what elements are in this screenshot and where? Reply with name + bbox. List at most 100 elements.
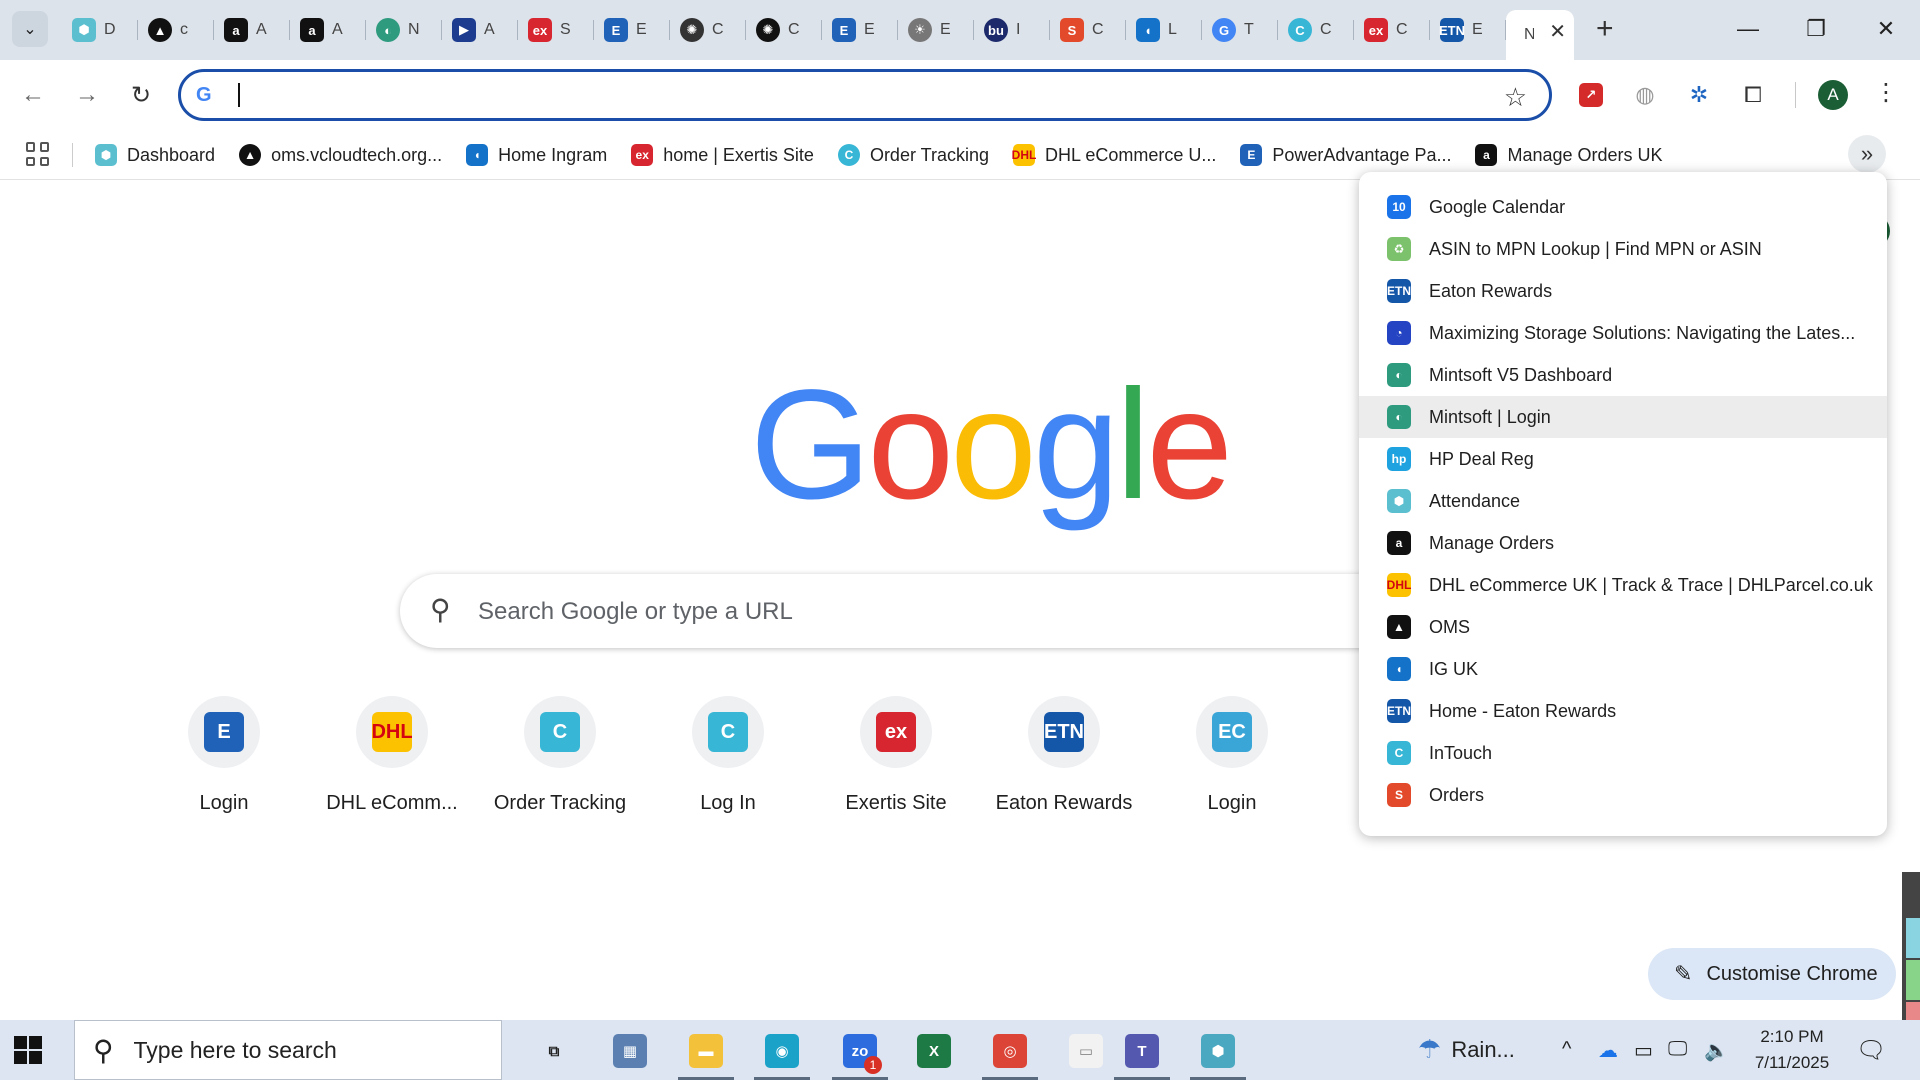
reload-icon: ↻ xyxy=(130,81,152,109)
taskbar-app[interactable]: zo 1 xyxy=(830,1028,890,1080)
bookmark-menu-item[interactable]: C InTouch xyxy=(1359,732,1887,774)
tab-search-button[interactable]: ⌄ xyxy=(12,11,48,47)
network-icon[interactable]: 🖵 xyxy=(1668,1038,1687,1061)
address-bar[interactable]: G ☆ xyxy=(178,69,1552,121)
puzzle-extensions-icon[interactable]: ⧠ xyxy=(1738,80,1768,110)
taskbar-app[interactable]: X xyxy=(904,1028,964,1074)
taskbar-app[interactable]: T xyxy=(1112,1028,1172,1080)
weather-widget[interactable]: ☂ Rain... xyxy=(1418,1034,1515,1065)
bookmark-item[interactable]: ⬢ Dashboard xyxy=(95,142,215,168)
kebab-menu-icon[interactable]: ⋮ xyxy=(1874,78,1898,107)
taskbar-app[interactable]: ⬢ xyxy=(1188,1028,1248,1080)
bookmark-menu-label: OMS xyxy=(1429,616,1471,637)
browser-tab[interactable]: ✺ C xyxy=(746,10,822,50)
globe-extension-icon[interactable]: ◍ xyxy=(1630,80,1660,110)
tray-chevron-icon[interactable]: ^ xyxy=(1562,1038,1571,1061)
browser-tab[interactable]: ▲ c xyxy=(138,10,214,50)
taskbar-app[interactable]: ▭ xyxy=(1056,1028,1116,1074)
apps-grid-icon[interactable] xyxy=(26,142,50,166)
taskbar-app[interactable]: ◎ xyxy=(980,1028,1040,1080)
e-logo-icon: E xyxy=(1240,144,1263,166)
close-window-button[interactable]: ✕ xyxy=(1866,12,1906,46)
taskbar-clock[interactable]: 2:10 PM 7/11/2025 xyxy=(1742,1024,1842,1076)
onedrive-icon[interactable]: ☁ xyxy=(1598,1038,1618,1063)
bookmark-item[interactable]: ex home | Exertis Site xyxy=(631,142,814,168)
volume-icon[interactable]: 🔈 xyxy=(1704,1038,1729,1063)
shortcut-tile[interactable]: C Log In xyxy=(644,696,812,815)
adobe-extension-icon[interactable]: ↗ xyxy=(1576,80,1606,110)
browser-tab[interactable]: ☀ E xyxy=(898,10,974,50)
browser-tab[interactable]: ✺ C xyxy=(670,10,746,50)
browser-tab[interactable]: aA xyxy=(290,10,366,50)
active-tab[interactable]: N ✕ xyxy=(1506,10,1574,60)
shortcut-tile[interactable]: ETN Eaton Rewards xyxy=(980,696,1148,815)
bookmark-item[interactable]: C Order Tracking xyxy=(837,142,989,168)
bookmark-item[interactable]: DHL DHL eCommerce U... xyxy=(1012,142,1216,168)
shortcut-tile[interactable]: ex Exertis Site xyxy=(812,696,980,815)
windows-start-icon[interactable] xyxy=(14,1036,42,1064)
bookmark-menu-item[interactable]: hp HP Deal Reg xyxy=(1359,438,1887,480)
browser-tab[interactable]: EE xyxy=(594,10,670,50)
notification-icon[interactable]: 🗨 xyxy=(1856,1036,1886,1065)
bookmark-menu-item[interactable]: ⬢ Attendance xyxy=(1359,480,1887,522)
browser-tab[interactable]: GT xyxy=(1202,10,1278,50)
browser-tab[interactable]: bu I xyxy=(974,10,1050,50)
reload-button[interactable]: ↻ xyxy=(124,78,158,112)
ntp-search-box[interactable]: ⚲ Search Google or type a URL xyxy=(400,574,1520,648)
browser-tab[interactable]: CC xyxy=(1278,10,1354,50)
battery-icon[interactable]: ▭ xyxy=(1634,1038,1653,1063)
bookmark-menu-item[interactable]: 10 Google Calendar xyxy=(1359,186,1887,228)
minimize-button[interactable]: — xyxy=(1728,12,1768,46)
shortcut-tile[interactable]: C Order Tracking xyxy=(476,696,644,815)
bookmark-menu-item[interactable]: a Manage Orders xyxy=(1359,522,1887,564)
shortcut-tile[interactable]: E Login xyxy=(140,696,308,815)
address-input[interactable] xyxy=(241,81,1441,109)
forward-button[interactable]: → xyxy=(70,78,104,112)
taskbar-app[interactable]: ◉ xyxy=(752,1028,812,1080)
bookmark-menu-item[interactable]: ◔ Maximizing Storage Solutions: Navigatin… xyxy=(1359,312,1887,354)
bu-icon: bu xyxy=(984,18,1008,42)
bookmark-menu-item[interactable]: ETN Home - Eaton Rewards xyxy=(1359,690,1887,732)
back-button[interactable]: ← xyxy=(16,78,50,112)
taskbar-app[interactable]: ▦ xyxy=(600,1028,660,1074)
bookmark-item[interactable]: a Manage Orders UK xyxy=(1475,142,1663,168)
bookmark-menu-item[interactable]: ETN Eaton Rewards xyxy=(1359,270,1887,312)
bookmark-menu-item[interactable]: ◐ Mintsoft | Login xyxy=(1359,396,1887,438)
profile-avatar[interactable]: A xyxy=(1818,80,1848,110)
taskbar-search-box[interactable]: ⚲ Type here to search xyxy=(74,1020,502,1080)
weather-label: Rain... xyxy=(1451,1036,1515,1062)
bookmark-menu-item[interactable]: ◐ Mintsoft V5 Dashboard xyxy=(1359,354,1887,396)
browser-tab[interactable]: ⬢ D xyxy=(62,10,138,50)
bookmark-menu-item[interactable]: DHL DHL eCommerce UK | Track & Trace | DH… xyxy=(1359,564,1887,606)
bookmark-menu-item[interactable]: ▲ OMS xyxy=(1359,606,1887,648)
bookmark-item[interactable]: ▲ oms.vcloudtech.org... xyxy=(239,142,442,168)
browser-tab[interactable]: ex S xyxy=(518,10,594,50)
browser-tab[interactable]: ◖ L xyxy=(1126,10,1202,50)
taskbar-app[interactable]: ▬ xyxy=(676,1028,736,1080)
browser-tab[interactable]: ▶ A xyxy=(442,10,518,50)
bookmark-star-icon[interactable]: ☆ xyxy=(1504,82,1527,113)
shortcut-tile[interactable]: DHL DHL eComm... xyxy=(308,696,476,815)
browser-tab[interactable]: ◐ N xyxy=(366,10,442,50)
bookmark-menu-item[interactable]: ◖ IG UK xyxy=(1359,648,1887,690)
browser-tab[interactable]: aA xyxy=(214,10,290,50)
taskbar-app[interactable]: ⧉ xyxy=(524,1028,584,1074)
browser-tab[interactable]: EE xyxy=(822,10,898,50)
bookmark-menu-item[interactable]: ♻ ASIN to MPN Lookup | Find MPN or ASIN xyxy=(1359,228,1887,270)
bookmark-item[interactable]: E PowerAdvantage Pa... xyxy=(1240,142,1451,168)
shortcut-tile[interactable]: EC Login xyxy=(1148,696,1316,815)
new-tab-button[interactable]: + xyxy=(1596,14,1614,44)
openai-icon: ✺ xyxy=(756,18,780,42)
close-tab-icon[interactable]: ✕ xyxy=(1549,19,1566,44)
bookmark-menu-label: HP Deal Reg xyxy=(1429,448,1534,469)
bookmark-item[interactable]: ◖ Home Ingram xyxy=(466,142,607,168)
browser-tab[interactable]: SC xyxy=(1050,10,1126,50)
windows-taskbar: ⚲ Type here to search ⧉ ▦ ▬ ◉ zo 1 X ◎ ▭ T ⬢ ☂ Rai… xyxy=(0,1020,1920,1080)
browser-tab[interactable]: ETN E xyxy=(1430,10,1506,50)
customise-chrome-button[interactable]: ✎ Customise Chrome xyxy=(1648,948,1896,1000)
bookmark-menu-item[interactable]: S Orders xyxy=(1359,774,1887,816)
restore-button[interactable]: ❐ xyxy=(1796,12,1836,46)
browser-tab[interactable]: ex C xyxy=(1354,10,1430,50)
gear-extension-icon[interactable]: ✲ xyxy=(1684,80,1714,110)
bookmarks-overflow-button[interactable]: » xyxy=(1848,135,1886,173)
